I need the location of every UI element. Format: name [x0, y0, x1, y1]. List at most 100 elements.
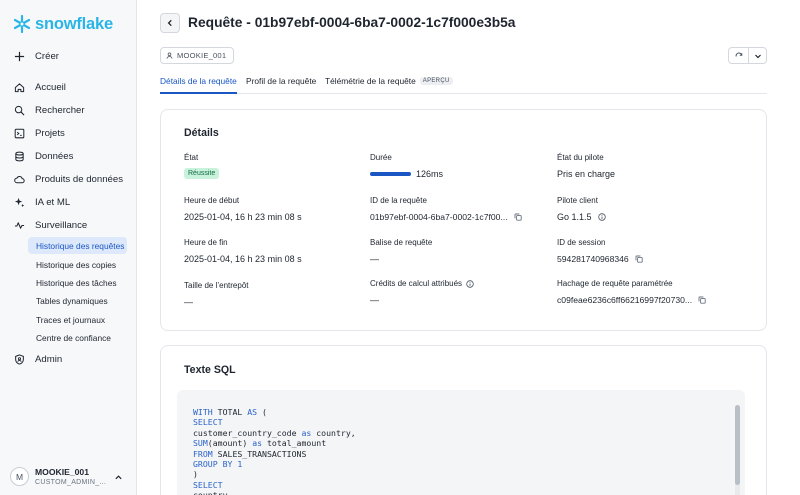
sidebar-item-home[interactable]: Accueil	[14, 79, 66, 95]
sidebar-item-data-products[interactable]: Produits de données	[14, 171, 123, 187]
sql-line: WITH TOTAL AS (	[193, 407, 267, 417]
field-warehouse-size: Taille de l’entrepôt —	[184, 281, 354, 307]
query-id-label: ID de la requête	[370, 196, 427, 205]
duration-bar	[370, 172, 411, 176]
sql-title: Texte SQL	[184, 364, 236, 376]
duration-bar-fill	[370, 172, 411, 176]
toolbar	[728, 47, 767, 64]
warehouse-size-value: —	[184, 297, 193, 307]
sql-code: WITH TOTAL AS (SELECT customer_country_co…	[193, 407, 356, 495]
sql-code-box[interactable]: WITH TOTAL AS (SELECT customer_country_co…	[177, 390, 745, 495]
end-time-value: 2025-01-04, 16 h 23 min 08 s	[184, 254, 302, 264]
tab-label: Profil de la requête	[246, 76, 317, 86]
search-icon	[14, 105, 25, 115]
tab-query-telemetry[interactable]: Télémétrie de la requête APERÇU	[325, 76, 453, 94]
sidebar-item-label: IA et ML	[35, 196, 71, 208]
field-status: État Réussite	[184, 153, 354, 179]
back-button[interactable]	[160, 13, 180, 33]
sidebar-item-label: Rechercher	[35, 104, 85, 116]
credits-label: Crédits de calcul attribués	[370, 279, 463, 288]
projects-icon	[14, 128, 25, 138]
tab-bar: Détails de la requête Profil de la requê…	[160, 76, 767, 94]
session-id-value: 594281740968346	[557, 254, 629, 264]
sidebar: snowflake Créer Accueil Rechercher Proje…	[0, 0, 137, 495]
start-time-value: 2025-01-04, 16 h 23 min 08 s	[184, 212, 302, 222]
sql-scrollbar[interactable]	[735, 405, 740, 495]
sql-line: )	[193, 469, 198, 480]
sidebar-subitem-query-history[interactable]: Historique des requêtes	[28, 237, 127, 254]
sidebar-item-data[interactable]: Données	[14, 148, 73, 164]
brand-name: snowflake	[35, 14, 113, 33]
sql-line: GROUP BY 1	[193, 459, 243, 470]
sidebar-item-label: Projets	[35, 127, 65, 139]
create-button[interactable]: Créer	[14, 48, 59, 64]
tab-query-profile[interactable]: Profil de la requête	[246, 76, 316, 94]
field-credits: Crédits de calcul attribués —	[370, 279, 540, 305]
user-menu[interactable]: M MOOKIE_001 CUSTOM_ADMIN_...	[10, 467, 130, 486]
more-options-button[interactable]	[748, 48, 766, 63]
details-title: Détails	[184, 127, 219, 139]
sidebar-item-label: Admin	[35, 353, 63, 365]
tab-label: Détails de la requête	[160, 76, 237, 86]
database-icon	[15, 151, 24, 161]
driver-state-label: État du pilote	[557, 153, 604, 162]
create-label: Créer	[35, 50, 59, 62]
field-session-id: ID de session 594281740968346	[557, 238, 727, 264]
client-driver-value: Go 1.1.5	[557, 212, 592, 222]
chevron-up-icon[interactable]	[114, 473, 123, 482]
sql-line: SUM(amount) as total_amount	[193, 438, 327, 449]
user-filter-chip[interactable]: MOOKIE_001	[160, 47, 235, 64]
sidebar-item-search[interactable]: Rechercher	[14, 102, 85, 118]
info-icon[interactable]	[466, 279, 474, 288]
sidebar-item-monitoring[interactable]: Surveillance	[14, 217, 87, 233]
user-icon	[166, 52, 173, 59]
sidebar-item-ai-ml[interactable]: IA et ML	[14, 194, 70, 210]
client-driver-label: Pilote client	[557, 196, 598, 205]
duration-value: 126ms	[416, 169, 444, 179]
sidebar-subitem-task-history[interactable]: Historique des tâches	[28, 274, 127, 291]
home-icon	[14, 82, 25, 92]
sql-scrollbar-thumb[interactable]	[735, 405, 740, 485]
query-id-value: 01b97ebf-0004-6ba7-0002-1c7f00...	[370, 212, 508, 222]
copy-icon[interactable]	[635, 255, 643, 263]
sql-line: country,	[193, 490, 356, 495]
copy-icon[interactable]	[698, 296, 706, 304]
activity-icon	[14, 221, 25, 229]
duration-label: Durée	[370, 153, 392, 162]
user-role: CUSTOM_ADMIN_...	[35, 479, 107, 486]
cloud-icon	[14, 175, 25, 183]
sql-card: Texte SQL WITH TOTAL AS (SELECT customer_…	[160, 345, 767, 495]
field-param-hash: Hachage de requête paramétrée c09feae623…	[557, 279, 727, 305]
refresh-button[interactable]	[729, 48, 748, 63]
end-time-label: Heure de fin	[184, 238, 228, 247]
user-name: MOOKIE_001	[35, 467, 89, 477]
query-tag-label: Balise de requête	[370, 238, 433, 247]
sidebar-subitem-dynamic-tables[interactable]: Tables dynamiques	[28, 292, 127, 309]
chevron-left-icon	[167, 19, 172, 27]
field-query-tag: Balise de requête —	[370, 238, 540, 264]
sidebar-item-admin[interactable]: Admin	[14, 351, 62, 367]
sidebar-subitem-copy-history[interactable]: Historique des copies	[28, 256, 127, 273]
shield-icon	[15, 353, 24, 365]
page-title: Requête - 01b97ebf-0004-6ba7-0002-1c7f00…	[188, 15, 516, 30]
user-chip-label: MOOKIE_001	[177, 51, 227, 60]
sidebar-subitem-traces-logs[interactable]: Traces et journaux	[28, 311, 127, 328]
tab-query-details[interactable]: Détails de la requête	[160, 76, 237, 94]
status-badge: Réussite	[184, 168, 220, 179]
avatar: M	[10, 467, 29, 486]
session-id-label: ID de session	[557, 238, 606, 247]
sidebar-item-label: Surveillance	[35, 219, 88, 231]
field-duration: Durée 126ms	[370, 153, 540, 179]
snowflake-logo[interactable]: snowflake	[12, 14, 113, 34]
info-icon[interactable]	[597, 213, 606, 221]
copy-icon[interactable]	[514, 213, 522, 221]
sidebar-item-label: Produits de données	[35, 173, 124, 185]
details-card: Détails État Réussite Durée 126ms État d…	[160, 109, 767, 331]
tab-label: Télémétrie de la requête	[325, 76, 416, 86]
driver-state-value: Pris en charge	[557, 169, 616, 179]
field-start-time: Heure de début 2025-01-04, 16 h 23 min 0…	[184, 196, 354, 222]
snowflake-logo-icon	[13, 14, 31, 34]
sidebar-subitem-trust-center[interactable]: Centre de confiance	[28, 329, 127, 346]
sidebar-item-projects[interactable]: Projets	[14, 125, 65, 141]
field-query-id: ID de la requête 01b97ebf-0004-6ba7-0002…	[370, 196, 540, 222]
